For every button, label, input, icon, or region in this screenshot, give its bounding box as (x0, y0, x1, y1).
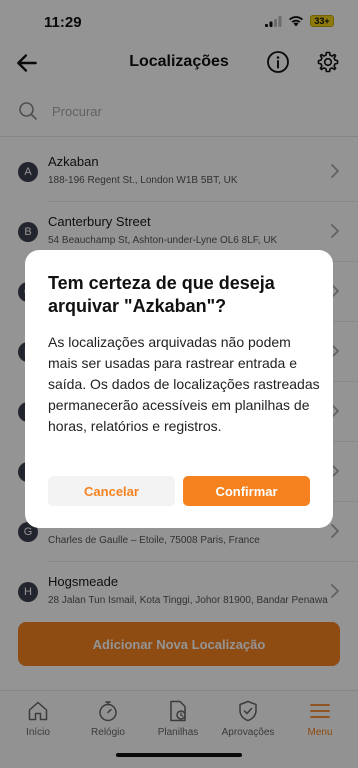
dialog-title: Tem certeza de que deseja arquivar "Azka… (48, 273, 275, 316)
cancel-button[interactable]: Cancelar (48, 476, 175, 506)
archive-confirm-dialog: Tem certeza de que deseja arquivar "Azka… (25, 250, 333, 528)
confirm-button[interactable]: Confirmar (183, 476, 310, 506)
dialog-message: As localizações arquivadas não podem mai… (48, 334, 320, 434)
